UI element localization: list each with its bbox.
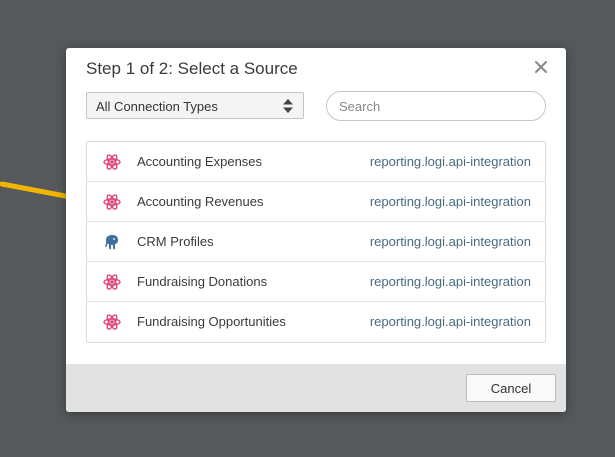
connection-type-value: All Connection Types bbox=[96, 99, 218, 114]
source-connection: reporting.logi.api-integration bbox=[369, 234, 531, 249]
source-name: CRM Profiles bbox=[137, 234, 214, 249]
source-name: Fundraising Donations bbox=[137, 274, 268, 289]
search-input[interactable] bbox=[326, 91, 546, 121]
atom-icon bbox=[103, 274, 121, 290]
dialog-title: Step 1 of 2: Select a Source bbox=[86, 59, 298, 78]
select-source-dialog: Step 1 of 2: Select a Source All Connect… bbox=[66, 48, 566, 412]
source-connection: reporting.logi.api-integration bbox=[369, 314, 531, 329]
close-icon[interactable] bbox=[532, 58, 550, 76]
atom-icon bbox=[103, 194, 121, 210]
source-row-fundraising-donations[interactable]: Fundraising Donations reporting.logi.api… bbox=[87, 262, 545, 302]
source-name: Fundraising Opportunities bbox=[137, 314, 286, 329]
atom-icon bbox=[103, 314, 121, 330]
source-connection: reporting.logi.api-integration bbox=[369, 274, 531, 289]
source-connection: reporting.logi.api-integration bbox=[369, 154, 531, 169]
cancel-button[interactable]: Cancel bbox=[466, 374, 556, 402]
connection-type-select[interactable]: All Connection Types bbox=[86, 92, 304, 119]
source-name: Accounting Expenses bbox=[137, 154, 263, 169]
source-list: Accounting Expenses reporting.logi.api-i… bbox=[86, 141, 546, 343]
atom-icon bbox=[103, 154, 121, 170]
source-row-crm-profiles[interactable]: CRM Profiles reporting.logi.api-integrat… bbox=[87, 222, 545, 262]
source-connection: reporting.logi.api-integration bbox=[369, 194, 531, 209]
source-row-accounting-revenues[interactable]: Accounting Revenues reporting.logi.api-i… bbox=[87, 182, 545, 222]
source-row-accounting-expenses[interactable]: Accounting Expenses reporting.logi.api-i… bbox=[87, 142, 545, 182]
source-row-fundraising-opportunities[interactable]: Fundraising Opportunities reporting.logi… bbox=[87, 302, 545, 342]
dialog-footer: Cancel bbox=[66, 364, 566, 412]
sort-updown-icon bbox=[283, 99, 293, 113]
elephant-icon bbox=[105, 235, 118, 250]
source-name: Accounting Revenues bbox=[137, 194, 264, 209]
